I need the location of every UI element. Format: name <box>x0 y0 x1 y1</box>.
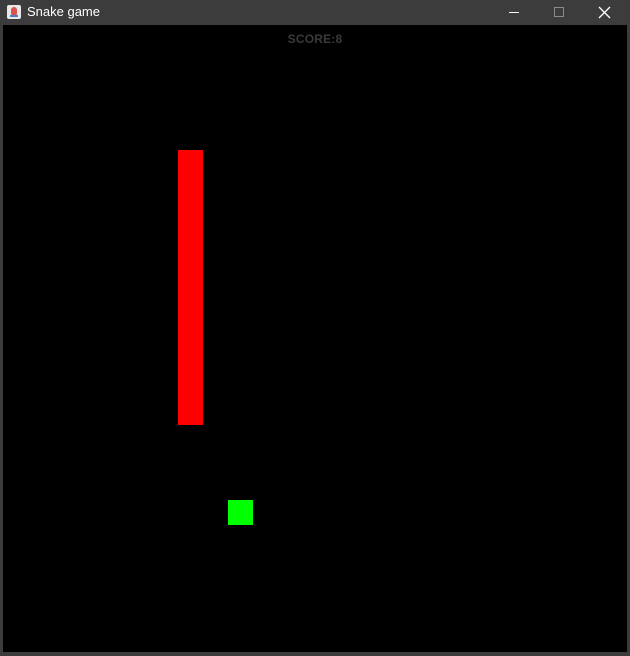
maximize-button[interactable] <box>537 0 582 25</box>
snake <box>178 150 203 425</box>
score-label: SCORE:8 <box>287 32 343 46</box>
app-window: Snake game SCORE:8 <box>0 0 630 656</box>
window-bottom-border <box>0 652 630 656</box>
food-pellet <box>228 500 253 525</box>
game-board[interactable]: SCORE:8 <box>3 25 627 652</box>
java-cup-icon <box>7 5 21 19</box>
window-title: Snake game <box>27 4 100 19</box>
minimize-button[interactable] <box>492 0 537 25</box>
close-button[interactable] <box>582 0 627 25</box>
close-icon <box>598 6 611 19</box>
title-bar[interactable]: Snake game <box>0 0 630 25</box>
